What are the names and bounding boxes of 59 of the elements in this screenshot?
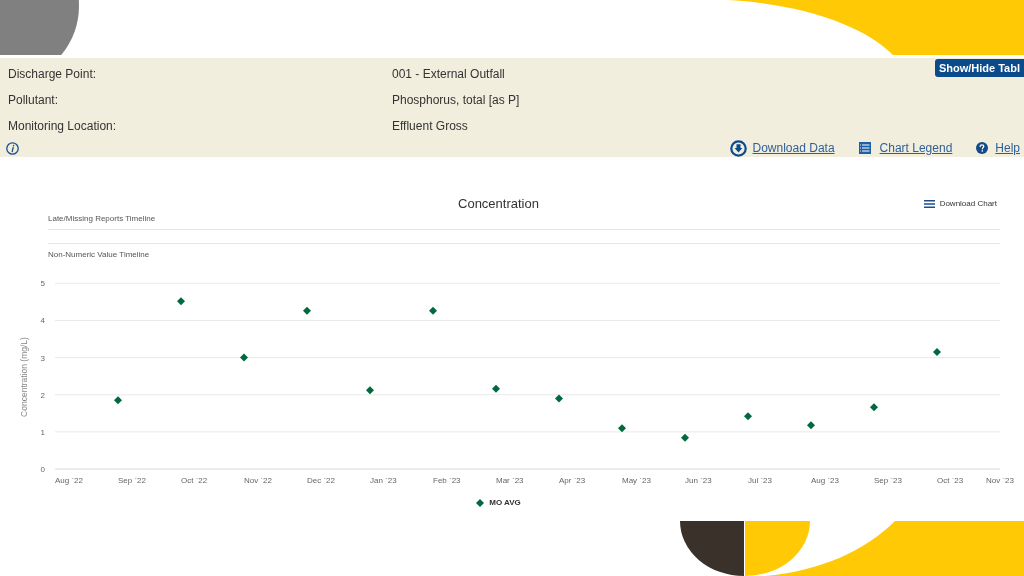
x-tick-label: Sep `22 bbox=[118, 476, 147, 485]
help-link[interactable]: Help bbox=[976, 139, 1020, 157]
x-tick-label: Oct `23 bbox=[937, 476, 964, 485]
download-data-link[interactable]: Download Data bbox=[729, 139, 835, 157]
data-point bbox=[492, 384, 500, 393]
x-tick-label: Mar `23 bbox=[496, 476, 524, 485]
x-tick-label: Dec `22 bbox=[307, 476, 335, 485]
download-icon bbox=[729, 139, 747, 157]
field-value: Effluent Gross bbox=[392, 118, 468, 135]
menu-icon bbox=[923, 200, 935, 208]
chart-legend-link[interactable]: Chart Legend bbox=[858, 139, 953, 157]
data-point bbox=[870, 403, 878, 412]
field-label: Pollutant: bbox=[7, 92, 60, 109]
x-tick-label: Apr `23 bbox=[559, 476, 586, 485]
list-icon bbox=[858, 142, 871, 154]
data-point bbox=[555, 394, 563, 403]
y-tick-label: 1 bbox=[40, 427, 45, 437]
x-tick-label: Jan `23 bbox=[370, 476, 397, 485]
data-point bbox=[429, 306, 437, 315]
x-tick-label: Aug `22 bbox=[55, 476, 84, 485]
field-value: 001 - External Outfall bbox=[392, 66, 505, 83]
data-point bbox=[240, 353, 248, 362]
x-tick-label: Jun `23 bbox=[685, 476, 712, 485]
data-point bbox=[681, 433, 689, 442]
x-tick-label: Jul `23 bbox=[748, 476, 772, 485]
half-disc-drawing bbox=[680, 521, 744, 576]
data-point bbox=[177, 297, 185, 306]
x-tick-label: May `23 bbox=[622, 476, 651, 485]
field-value: Phosphorus, total [as P] bbox=[392, 92, 520, 109]
y-tick-label: 3 bbox=[40, 353, 45, 363]
legend-label[interactable]: MO AVG bbox=[489, 497, 521, 509]
y-tick-label: 2 bbox=[40, 390, 45, 400]
x-tick-label: Aug `23 bbox=[811, 476, 840, 485]
x-tick-label: Oct `22 bbox=[181, 476, 208, 485]
x-tick-label: Feb `23 bbox=[433, 476, 461, 485]
y-axis-title: Concentration (mg/L) bbox=[19, 337, 29, 417]
data-point bbox=[618, 424, 626, 433]
x-tick-label: Sep `23 bbox=[874, 476, 903, 485]
data-point bbox=[366, 386, 374, 395]
download-chart-button[interactable]: Download Chart bbox=[923, 198, 997, 210]
info-icon[interactable] bbox=[6, 141, 19, 155]
data-point bbox=[933, 348, 941, 356]
x-tick-label: Nov `23 bbox=[986, 476, 1014, 485]
field-label: Monitoring Location: bbox=[7, 118, 118, 135]
field-label: Discharge Point: bbox=[7, 66, 98, 83]
timeline-label: Non-Numeric Value Timeline bbox=[48, 249, 151, 261]
timeline-label: Late/Missing Reports Timeline bbox=[48, 213, 157, 225]
y-tick-label: 4 bbox=[40, 316, 45, 326]
data-point bbox=[744, 412, 752, 421]
x-tick-label: Nov `22 bbox=[244, 476, 272, 485]
quarter-disc-drawing bbox=[745, 521, 810, 576]
data-point bbox=[807, 421, 815, 430]
y-tick-label: 0 bbox=[40, 465, 45, 474]
show-hide-table-button[interactable]: Show/Hide Tabl bbox=[934, 59, 1024, 77]
y-tick-label: 5 bbox=[40, 279, 45, 289]
data-point bbox=[114, 396, 122, 405]
data-point bbox=[303, 306, 311, 315]
help-icon bbox=[976, 142, 989, 154]
chart-title: Concentration bbox=[458, 196, 539, 212]
